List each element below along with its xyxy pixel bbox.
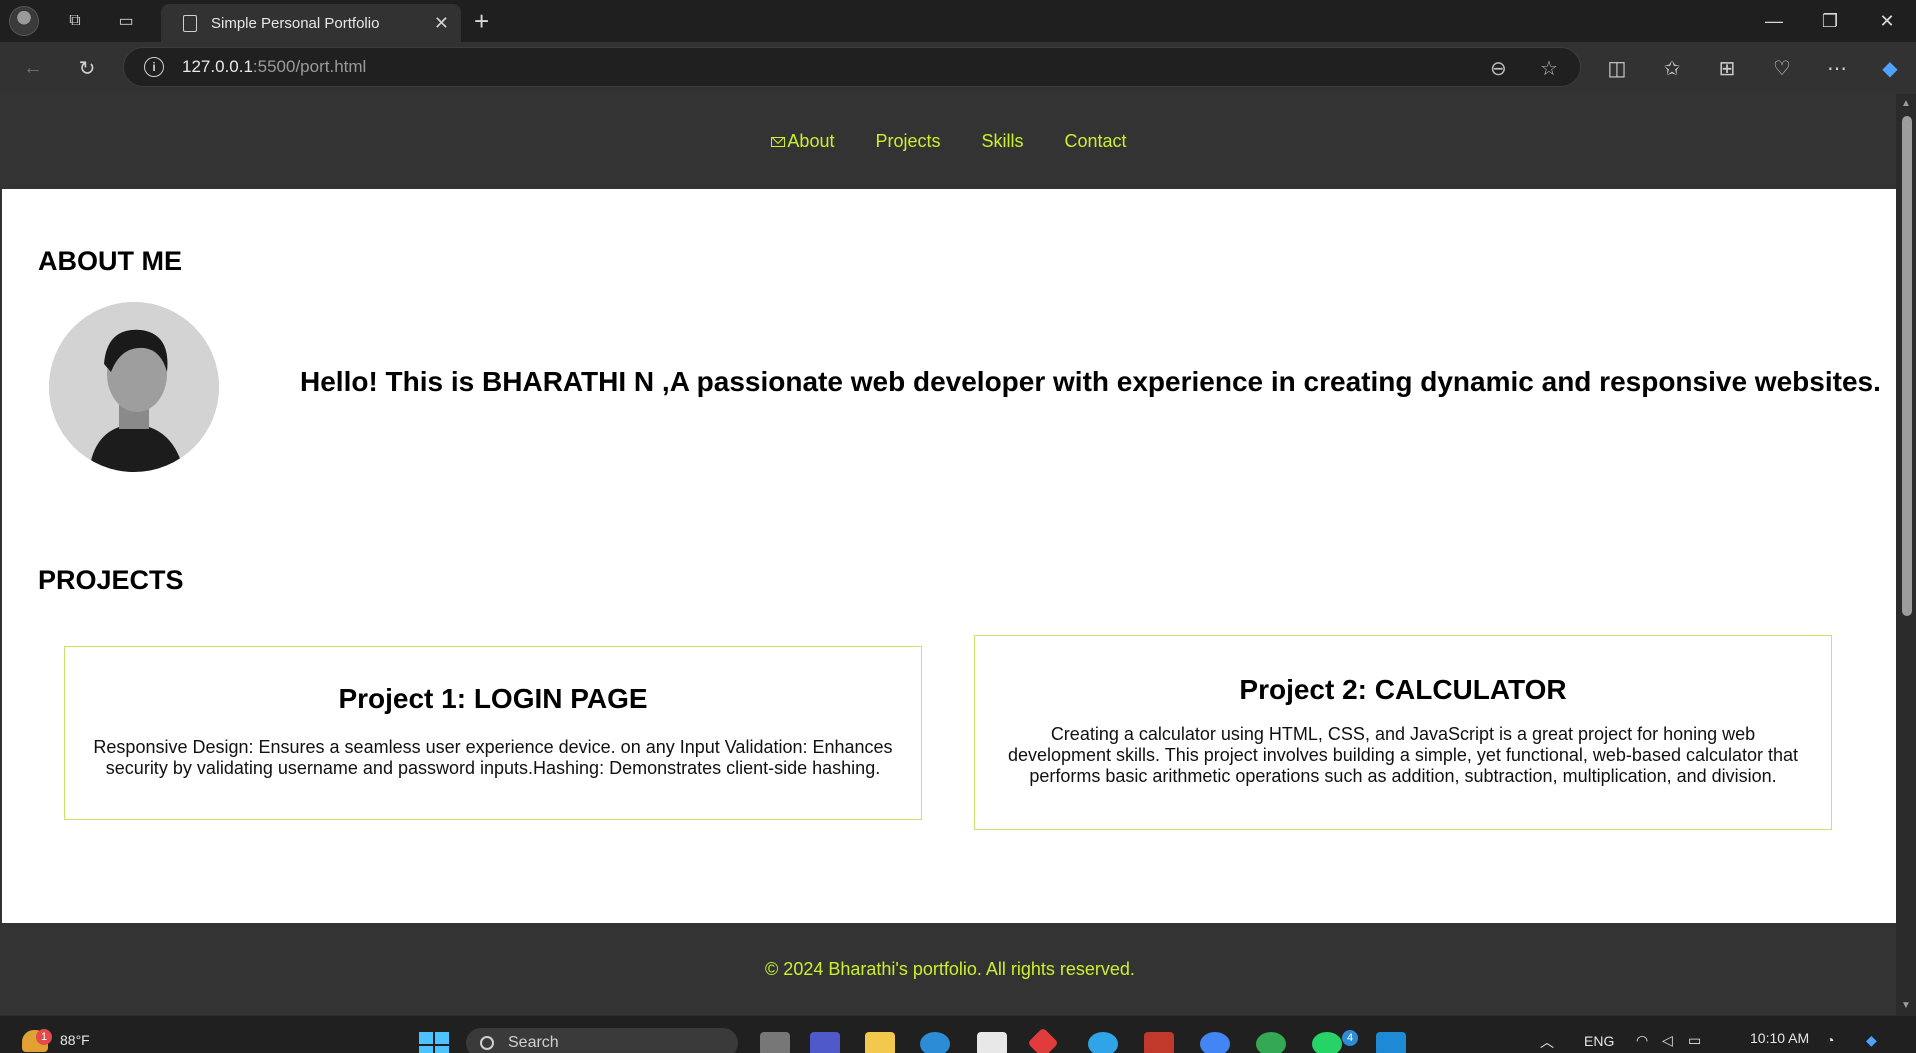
gmail-icon[interactable] xyxy=(1144,1032,1174,1053)
search-placeholder: Search xyxy=(508,1034,559,1051)
copilot-icon[interactable]: ◆ xyxy=(1873,52,1907,84)
site-info-icon[interactable]: i xyxy=(144,57,164,77)
page-icon xyxy=(183,14,197,32)
weather-badge: 1 xyxy=(36,1029,52,1045)
volume-icon[interactable]: ◁ xyxy=(1662,1032,1673,1049)
project-description: Responsive Design: Ensures a seamless us… xyxy=(93,737,893,778)
reload-icon[interactable]: ↻ xyxy=(70,52,104,84)
clock[interactable]: 10:10 AM xyxy=(1750,1030,1809,1046)
url-host: 127.0.0.1 xyxy=(182,57,253,76)
office-icon[interactable] xyxy=(1027,1027,1059,1053)
scroll-down-icon[interactable]: ▼ xyxy=(1901,1000,1911,1011)
new-tab-button[interactable]: + xyxy=(474,7,489,35)
minimize-button[interactable]: — xyxy=(1751,6,1797,36)
tab-title: Simple Personal Portfolio xyxy=(211,14,380,32)
favorites-icon[interactable]: ✩ xyxy=(1655,52,1689,84)
project-title: Project 2: CALCULATOR xyxy=(1239,674,1567,705)
about-text: Hello! This is BHARATHI N ,A passionate … xyxy=(300,366,1881,397)
store-icon[interactable] xyxy=(977,1032,1007,1053)
teams-icon[interactable] xyxy=(810,1032,840,1053)
tab-strip: ⧉ ▭ Simple Personal Portfolio ✕ + — ❐ ✕ xyxy=(0,0,1916,42)
active-tab[interactable]: Simple Personal Portfolio ✕ xyxy=(161,4,461,42)
battery-icon[interactable]: ▭ xyxy=(1688,1032,1701,1049)
language-indicator[interactable]: ENG xyxy=(1584,1033,1614,1049)
close-window-button[interactable]: ✕ xyxy=(1864,6,1910,36)
windows-start-icon[interactable] xyxy=(419,1032,449,1053)
profile-avatar-icon xyxy=(9,6,39,36)
search-icon xyxy=(480,1036,494,1050)
nav-label-about: About xyxy=(787,131,835,151)
footer-text: © 2024 Bharathi's portfolio. All rights … xyxy=(765,958,1135,979)
edge-icon[interactable] xyxy=(920,1032,950,1053)
mail-icon xyxy=(771,136,786,147)
chrome-profile-icon[interactable] xyxy=(1256,1032,1286,1053)
more-menu-icon[interactable]: ⋯ xyxy=(1820,52,1854,84)
site-footer: © 2024 Bharathi's portfolio. All rights … xyxy=(2,923,1896,1015)
nav-link-projects[interactable]: Projects xyxy=(875,131,940,152)
nav-link-about[interactable]: About xyxy=(771,131,834,152)
file-explorer-icon[interactable] xyxy=(865,1032,895,1053)
taskbar-search[interactable]: Search xyxy=(466,1028,738,1053)
address-bar[interactable]: i 127.0.0.1:5500/port.html ⊖ ☆ xyxy=(123,47,1581,87)
project-description: Creating a calculator using HTML, CSS, a… xyxy=(1007,724,1799,786)
zoom-out-icon[interactable]: ⊖ xyxy=(1490,56,1507,81)
about-title: ABOUT ME xyxy=(38,246,182,276)
taskbar: 1 88°F Search 4 ︿ ENG ◠ ◁ ▭ 10:10 AM ◔ ◆ xyxy=(0,1015,1916,1053)
favorite-star-icon[interactable]: ☆ xyxy=(1540,56,1558,81)
browser-essentials-icon[interactable]: ♡ xyxy=(1765,52,1799,84)
project-card-calculator: Project 2: CALCULATOR Creating a calcula… xyxy=(974,635,1832,830)
restore-button[interactable]: ❐ xyxy=(1807,6,1853,36)
site-nav: About Projects Skills Contact xyxy=(2,94,1896,189)
project-title: Project 1: LOGIN PAGE xyxy=(338,683,648,714)
chat-app-icon[interactable] xyxy=(1088,1032,1118,1053)
profile-button[interactable] xyxy=(6,6,42,36)
browser-toolbar: ← ↻ i 127.0.0.1:5500/port.html ⊖ ☆ ◫ ✩ ⊞… xyxy=(0,42,1916,94)
scroll-up-icon[interactable]: ▲ xyxy=(1901,98,1911,109)
whatsapp-badge: 4 xyxy=(1342,1030,1358,1046)
scrollbar-thumb[interactable] xyxy=(1902,116,1912,616)
split-screen-icon[interactable]: ◫ xyxy=(1600,52,1634,84)
wifi-icon[interactable]: ◠ xyxy=(1636,1032,1648,1049)
tab-close-icon[interactable]: ✕ xyxy=(434,13,449,34)
profile-photo xyxy=(49,302,219,472)
page-viewport: About Projects Skills Contact ABOUT ME H… xyxy=(0,94,1896,1015)
vscode-icon[interactable] xyxy=(1376,1032,1406,1053)
whatsapp-icon[interactable] xyxy=(1312,1032,1342,1053)
nav-link-skills[interactable]: Skills xyxy=(982,131,1024,152)
chrome-icon[interactable] xyxy=(1200,1032,1230,1053)
workspaces-icon[interactable]: ⧉ xyxy=(57,7,93,35)
vertical-scrollbar[interactable]: ▲ ▼ xyxy=(1896,94,1916,1015)
nav-link-contact[interactable]: Contact xyxy=(1065,131,1127,152)
collections-icon[interactable]: ⊞ xyxy=(1710,52,1744,84)
tray-chevron-icon[interactable]: ︿ xyxy=(1540,1032,1554,1052)
copilot-taskbar-icon[interactable]: ◆ xyxy=(1866,1032,1877,1049)
task-view-icon[interactable] xyxy=(760,1032,790,1053)
tab-actions-icon[interactable]: ▭ xyxy=(108,7,144,35)
url-path: :5500/port.html xyxy=(252,57,367,76)
project-card-login: Project 1: LOGIN PAGE Responsive Design:… xyxy=(64,646,922,820)
notification-bell-icon[interactable]: ◔ xyxy=(1826,1032,1834,1048)
back-arrow-icon[interactable]: ← xyxy=(16,52,50,84)
projects-title: PROJECTS xyxy=(38,565,184,595)
temperature[interactable]: 88°F xyxy=(60,1032,90,1048)
